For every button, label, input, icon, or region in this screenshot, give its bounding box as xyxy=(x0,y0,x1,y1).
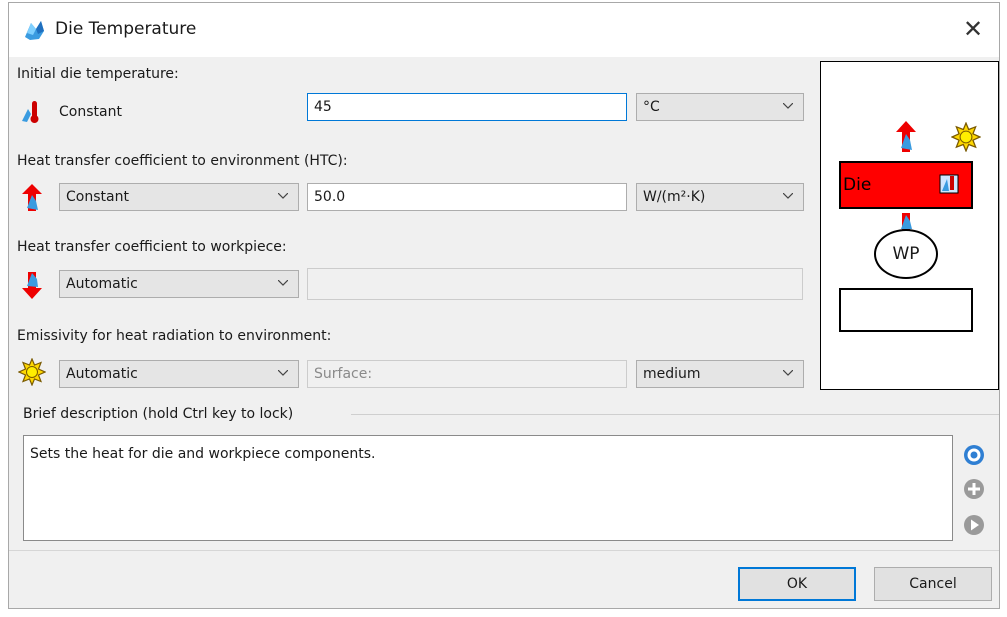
thermometer-icon xyxy=(22,101,39,123)
chevron-down-icon xyxy=(278,193,288,199)
lower-die-block xyxy=(839,288,973,332)
heat-up-arrow-icon xyxy=(896,121,916,152)
htc-env-input[interactable]: 50.0 xyxy=(307,183,627,211)
cancel-button[interactable]: Cancel xyxy=(874,567,992,601)
workpiece-label: WP xyxy=(892,244,920,264)
next-icon[interactable] xyxy=(963,514,985,536)
emissivity-mode-value: Automatic xyxy=(66,366,138,382)
initial-temp-label: Initial die temperature: xyxy=(17,66,179,82)
die-block: Die xyxy=(839,161,973,209)
heat-up-arrow-icon xyxy=(22,184,42,211)
initial-temp-mode: Constant xyxy=(59,104,122,120)
htc-wp-mode-value: Automatic xyxy=(66,276,138,292)
htc-env-mode-value: Constant xyxy=(66,189,129,205)
htc-env-label: Heat transfer coefficient to environment… xyxy=(17,153,348,169)
description-textarea[interactable]: Sets the heat for die and workpiece comp… xyxy=(23,435,953,541)
close-button[interactable]: ✕ xyxy=(955,11,991,47)
heat-preview-diagram: Die WP xyxy=(820,61,999,390)
htc-env-unit-select[interactable]: W/(m²·K) xyxy=(636,183,804,211)
htc-env-mode-select[interactable]: Constant xyxy=(59,183,299,211)
sun-icon xyxy=(951,122,981,152)
workpiece-circle: WP xyxy=(874,229,938,279)
thermometer-icon xyxy=(939,174,959,194)
htc-wp-input xyxy=(307,268,803,300)
crystal-die-icon xyxy=(25,21,44,40)
heat-down-arrow-icon xyxy=(22,272,42,299)
emissivity-label: Emissivity for heat radiation to environ… xyxy=(17,328,332,344)
chevron-down-icon xyxy=(278,280,288,286)
description-label: Brief description (hold Ctrl key to lock… xyxy=(23,406,294,422)
description-group-line xyxy=(351,414,999,415)
ok-button[interactable]: OK xyxy=(738,567,856,601)
emissivity-mode-select[interactable]: Automatic xyxy=(59,360,299,388)
chevron-down-icon xyxy=(783,103,793,109)
chevron-down-icon xyxy=(783,370,793,376)
emissivity-level-select[interactable]: medium xyxy=(636,360,804,388)
title-bar: Die Temperature ✕ xyxy=(9,3,999,57)
die-temperature-dialog: Die Temperature ✕ Initial die temperatur… xyxy=(8,2,1000,609)
window-title: Die Temperature xyxy=(55,19,197,39)
sun-icon xyxy=(18,358,46,386)
info-icon[interactable] xyxy=(963,444,985,466)
chevron-down-icon xyxy=(783,193,793,199)
button-bar-separator xyxy=(9,550,999,551)
htc-wp-mode-select[interactable]: Automatic xyxy=(59,270,299,298)
htc-wp-label: Heat transfer coefficient to workpiece: xyxy=(17,239,287,255)
add-icon[interactable] xyxy=(963,478,985,500)
initial-temp-unit-value: °C xyxy=(643,99,660,115)
initial-temp-unit-select[interactable]: °C xyxy=(636,93,804,121)
die-label: Die xyxy=(843,175,872,195)
htc-env-unit-value: W/(m²·K) xyxy=(643,189,706,205)
initial-temp-input[interactable]: 45 xyxy=(307,93,627,121)
chevron-down-icon xyxy=(278,370,288,376)
emissivity-level-value: medium xyxy=(643,366,701,382)
surface-input: Surface: xyxy=(307,360,627,388)
